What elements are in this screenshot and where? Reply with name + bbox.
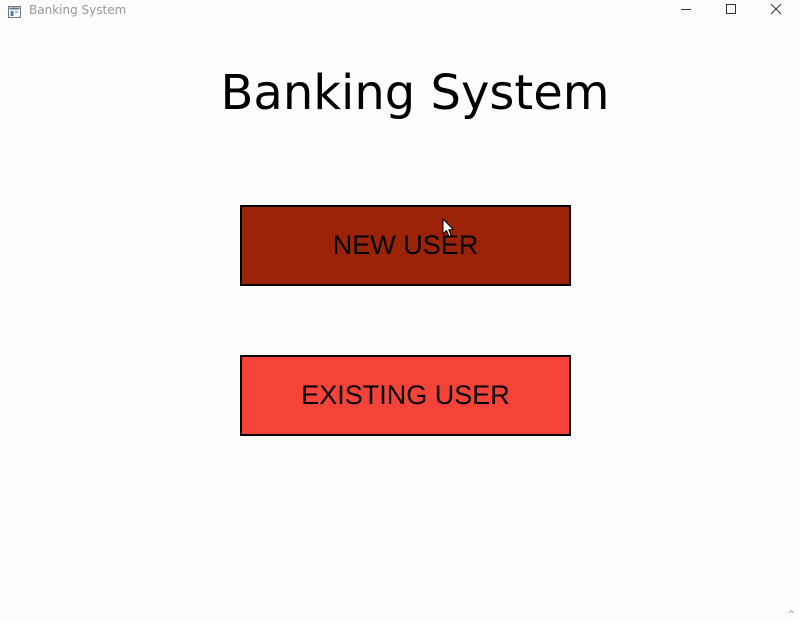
- maximize-button[interactable]: [709, 0, 753, 20]
- page-title: Banking System: [220, 65, 610, 121]
- resize-grip-icon[interactable]: ^: [787, 610, 795, 620]
- existing-user-button[interactable]: EXISTING USER: [240, 355, 571, 436]
- minimize-button[interactable]: [664, 0, 708, 20]
- new-user-button-label: NEW USER: [332, 230, 479, 260]
- title-bar[interactable]: Banking System: [0, 0, 799, 20]
- window-title: Banking System: [29, 3, 127, 17]
- app-window: Banking System Banking System NEW USER E…: [0, 0, 799, 622]
- close-button[interactable]: [754, 0, 798, 20]
- existing-user-button-label: EXISTING USER: [301, 380, 510, 410]
- window-app-icon: [8, 3, 21, 18]
- new-user-button[interactable]: NEW USER: [240, 205, 571, 286]
